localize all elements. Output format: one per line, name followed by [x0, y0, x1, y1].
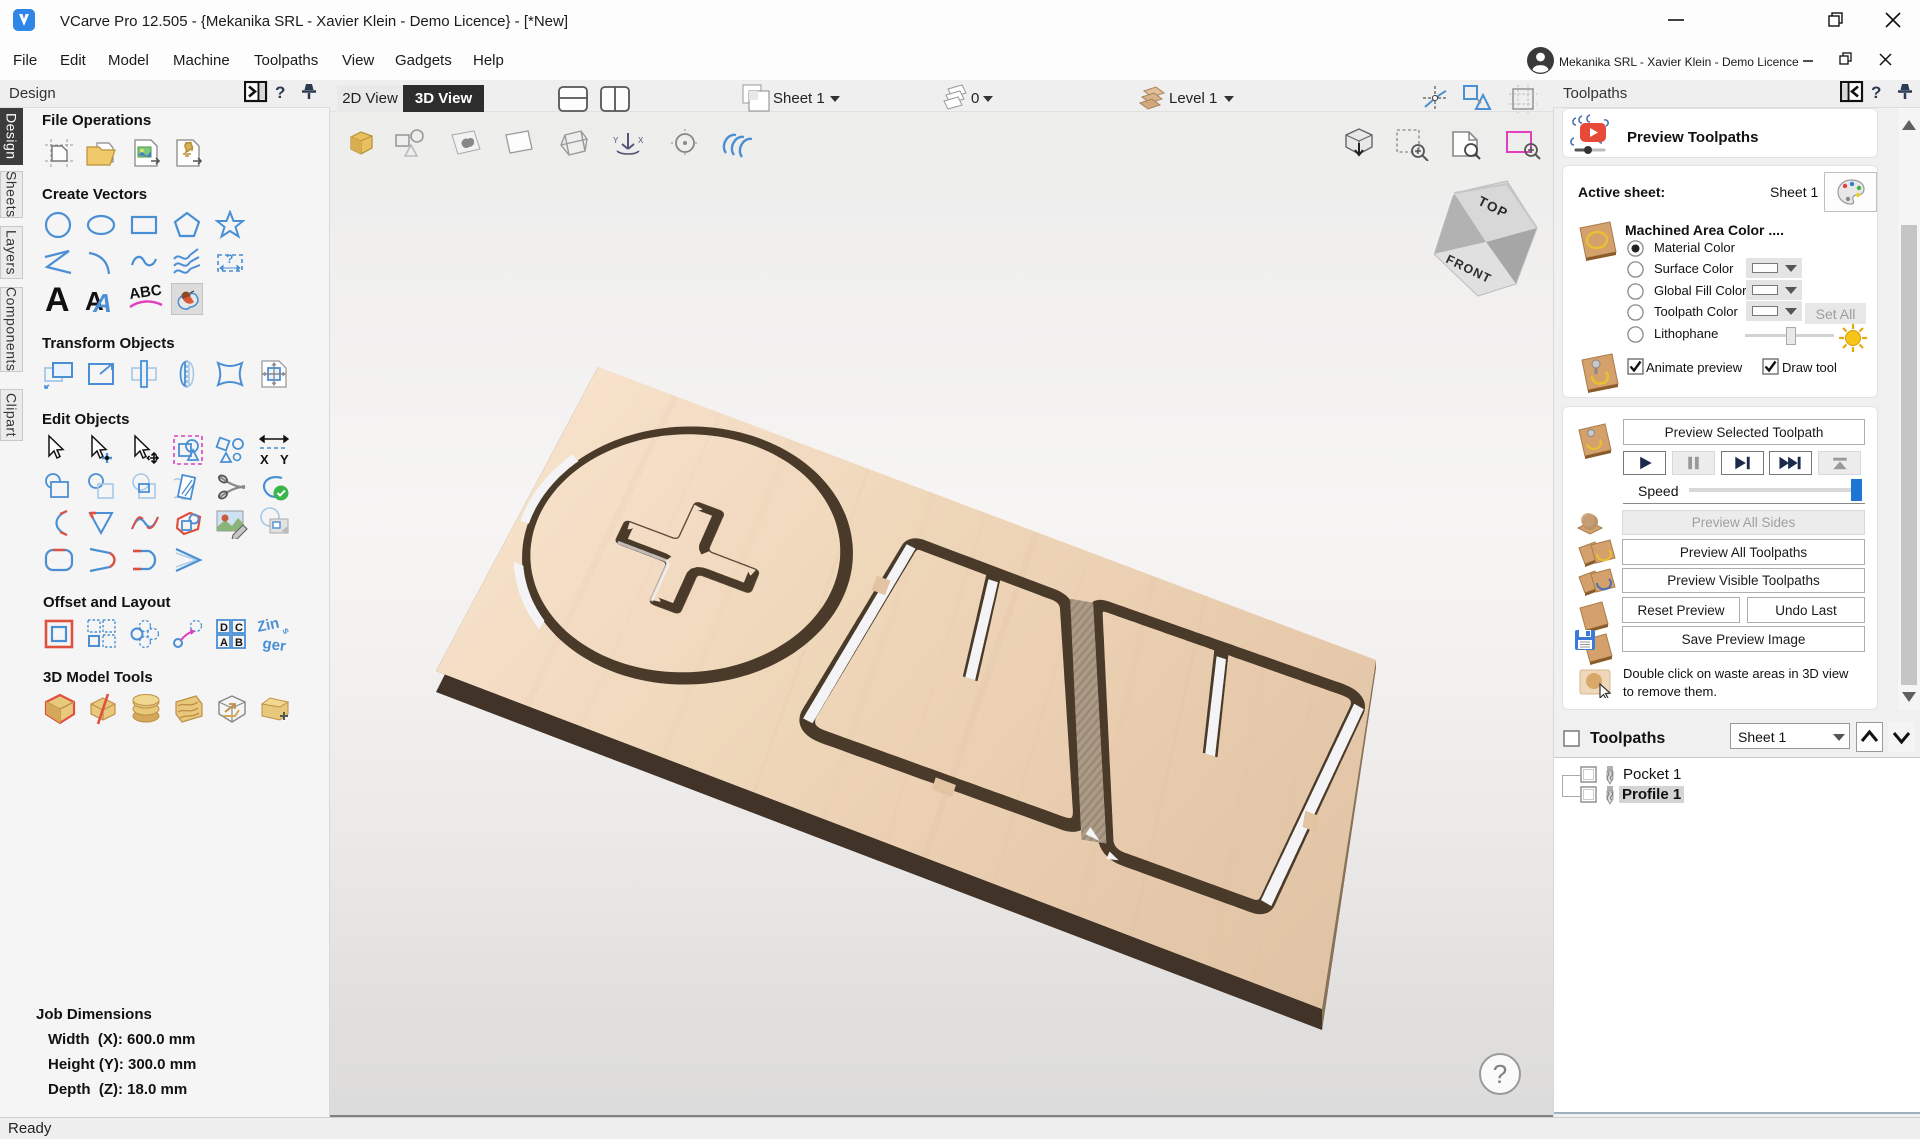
svg-text:?: ?: [275, 83, 285, 102]
svg-text:D: D: [220, 622, 228, 634]
svg-text:A: A: [45, 283, 70, 315]
svg-text:s: s: [279, 626, 292, 637]
svg-text:ger: ger: [261, 635, 287, 652]
svg-text:X: X: [260, 452, 269, 466]
svg-text:ABC: ABC: [128, 283, 163, 303]
svg-text:Zin: Zin: [258, 618, 281, 636]
svg-text:A: A: [220, 637, 228, 649]
svg-text:B: B: [235, 637, 243, 649]
svg-text:C: C: [235, 622, 243, 634]
svg-text:?: ?: [226, 252, 233, 266]
svg-text:?: ?: [1871, 83, 1881, 102]
svg-text:Y: Y: [280, 452, 289, 466]
